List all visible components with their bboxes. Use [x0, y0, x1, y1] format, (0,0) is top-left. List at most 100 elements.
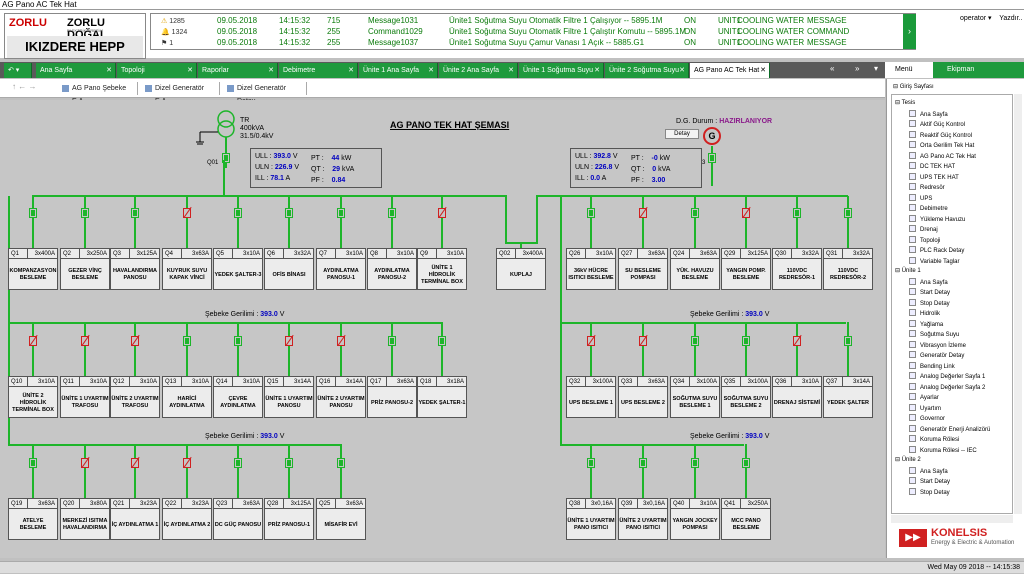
tree-group[interactable]: ⊟ Tesis — [895, 99, 915, 106]
feeder-q29[interactable]: Q29 3x125A YANGIN POMP. BESLEME — [721, 248, 771, 290]
expand-icon[interactable]: ⊟ — [895, 100, 900, 106]
feeder-q36[interactable]: Q36 3x10A DRENAJ SİSTEMİ — [772, 376, 822, 418]
breaker-q36[interactable] — [793, 336, 801, 346]
tree-item[interactable]: Koruma Rölesi -- IEC — [909, 445, 977, 456]
feeder-q13[interactable]: Q13 3x10A HARİCİ AYDINLATMA — [162, 376, 212, 418]
tree-item[interactable]: Topoloji — [909, 235, 940, 246]
tab-equipment[interactable]: Ekipman — [947, 62, 974, 78]
dg-detail-button[interactable]: Detay — [665, 129, 699, 139]
alarm-panel[interactable]: ⚠ 1285 🔔 1324 ⚑ 1 09.05.2018 14:15:32 715 M… — [150, 13, 916, 50]
breaker-q10[interactable] — [29, 336, 37, 346]
tab-4[interactable]: Ünite 1 Ana Sayfa ✕ — [359, 63, 438, 78]
tree-item[interactable]: Start Detay — [909, 477, 950, 487]
tree-item[interactable]: Governor — [909, 414, 945, 424]
tree-item[interactable]: DC TEK HAT — [909, 162, 955, 172]
tab-3[interactable]: Debimetre ✕ — [279, 63, 358, 78]
tree-group[interactable]: ⊟ Ünite 1 — [895, 267, 921, 274]
close-icon[interactable]: ✕ — [760, 63, 766, 78]
tab-1[interactable]: Topoloji ✕ — [117, 63, 197, 78]
tree-scrollbar[interactable] — [1014, 94, 1022, 514]
feeder-q21[interactable]: Q21 3x23A İÇ AYDINLATMA 1 — [110, 498, 160, 540]
user-menu[interactable]: operator ▾ Yazdır.. — [960, 14, 1022, 22]
tree-item[interactable]: Stop Detay — [909, 487, 950, 498]
breaker-q18[interactable] — [438, 336, 446, 346]
feeder-q6[interactable]: Q6 3x32A OFİS BİNASI — [264, 248, 314, 290]
feeder-q32[interactable]: Q32 3x100A UPS BESLEME 1 — [566, 376, 616, 418]
tree-item[interactable]: Ana Sayfa — [909, 277, 948, 288]
tree-item[interactable]: Generatör Detay — [909, 351, 964, 361]
tree-item[interactable]: Yağlama — [909, 319, 943, 330]
tree-item[interactable]: Ana Sayfa — [909, 466, 948, 477]
tree-item[interactable]: Hidrolik — [909, 309, 940, 319]
tab-2[interactable]: Raporlar ✕ — [198, 63, 278, 78]
nav-arrows-icon[interactable]: ↑ ← → — [12, 82, 36, 91]
feeder-q39[interactable]: Q39 3x0,16A ÜNİTE 2 UYARTIM PANO ISITICI — [618, 498, 668, 540]
tree-item[interactable]: Drenaj — [909, 225, 938, 235]
subtab-diesel-ea[interactable]: Dizel Generatör E.A. — [143, 82, 220, 105]
expand-icon[interactable]: ⊟ — [895, 457, 900, 463]
feeder-q02[interactable]: Q02 3x400A KUPLAJ — [496, 248, 546, 290]
breaker-q31[interactable] — [844, 208, 852, 218]
tab-scroll-right-icon[interactable]: » — [855, 64, 859, 73]
tree-root[interactable]: ⊟ Giriş Sayfası — [893, 82, 934, 92]
tree-item[interactable]: Ana Sayfa — [909, 109, 948, 120]
breaker-q30[interactable] — [793, 208, 801, 218]
breaker-q21[interactable] — [131, 458, 139, 468]
close-icon[interactable]: ✕ — [268, 63, 274, 78]
tab-list-icon[interactable]: ▾ — [874, 64, 878, 73]
tree-item[interactable]: Yükleme Havuzu — [909, 214, 965, 225]
tab-7[interactable]: Ünite 2 Soğutma Suyu ✕ — [605, 63, 689, 78]
close-icon[interactable]: ✕ — [508, 63, 514, 78]
tree-item[interactable]: Start Detay — [909, 288, 950, 298]
feeder-q38[interactable]: Q38 3x0,16A ÜNİTE 1 UYARTIM PANO ISITICI — [566, 498, 616, 540]
feeder-q5[interactable]: Q5 3x10A YEDEK ŞALTER-3 — [213, 248, 263, 290]
tree-item[interactable]: UPS TEK HAT — [909, 172, 959, 183]
feeder-q40[interactable]: Q40 3x10A YANGIN JOCKEY POMPASI — [670, 498, 720, 540]
tree-item[interactable]: Debimetre — [909, 204, 948, 214]
close-icon[interactable]: ✕ — [594, 63, 600, 78]
subtab-grid-ea[interactable]: AG Pano Şebeke E.A. — [60, 82, 138, 105]
breaker-q12[interactable] — [131, 336, 139, 346]
breaker-q34[interactable] — [691, 336, 699, 346]
feeder-q31[interactable]: Q31 3x32A 110VDC REDRESÖR-2 — [823, 248, 873, 290]
breaker-q38[interactable] — [587, 458, 595, 468]
feeder-q33[interactable]: Q33 3x63A UPS BESLEME 2 — [618, 376, 668, 418]
breaker-q13[interactable] — [183, 336, 191, 346]
tab-scroll-left-icon[interactable]: « — [830, 64, 834, 73]
feeder-q37[interactable]: Q37 3x14A YEDEK ŞALTER — [823, 376, 873, 418]
feeder-q34[interactable]: Q34 3x100A SOĞUTMA SUYU BESLEME 1 — [670, 376, 720, 418]
close-icon[interactable]: ✕ — [679, 63, 685, 78]
breaker-q16[interactable] — [337, 336, 345, 346]
breaker-q2[interactable] — [81, 208, 89, 218]
feeder-q2[interactable]: Q2 3x250A GEZER VİNÇ BESLEME — [60, 248, 110, 290]
breaker-q9[interactable] — [438, 208, 446, 218]
subtab-diesel-detail[interactable]: Dizel Generatör Detay — [225, 82, 307, 105]
feeder-q25[interactable]: Q25 3x63A MİSAFİR EVİ — [316, 498, 366, 540]
feeder-q28[interactable]: Q28 3x125A PRİZ PANOSU-1 — [264, 498, 314, 540]
feeder-q15[interactable]: Q15 3x14A ÜNİTE 1 UYARTIM PANOSU — [264, 376, 314, 418]
feeder-q22[interactable]: Q22 3x23A İÇ AYDINLATMA 2 — [162, 498, 212, 540]
breaker-q24[interactable] — [691, 208, 699, 218]
breaker-q25[interactable] — [337, 458, 345, 468]
breaker-q27[interactable] — [639, 208, 647, 218]
feeder-q3[interactable]: Q3 3x125A HAVALANDIRMA PANOSU — [110, 248, 160, 290]
feeder-q11[interactable]: Q11 3x10A ÜNİTE 1 UYARTIM TRAFOSU — [60, 376, 110, 418]
feeder-q8[interactable]: Q8 3x10A AYDINLATMA PANOSU-2 — [367, 248, 417, 290]
tab-menu[interactable]: Menü — [885, 62, 933, 78]
breaker-q29[interactable] — [742, 208, 750, 218]
tree-item[interactable]: Variable Taglar — [909, 256, 959, 267]
tree-item[interactable]: AG Pano AC Tek Hat — [909, 151, 976, 162]
breaker-q14[interactable] — [234, 336, 242, 346]
close-icon[interactable]: ✕ — [348, 63, 354, 78]
tree-item[interactable]: Ayarlar — [909, 393, 939, 403]
breaker-q6[interactable] — [285, 208, 293, 218]
close-icon[interactable]: ✕ — [428, 63, 434, 78]
breaker-q40[interactable] — [691, 458, 699, 468]
breaker-q22[interactable] — [183, 458, 191, 468]
breaker-q1[interactable] — [29, 208, 37, 218]
feeder-q12[interactable]: Q12 3x10A ÜNİTE 2 UYARTIM TRAFOSU — [110, 376, 160, 418]
tree-item[interactable]: Generatör Enerji Analizörü — [909, 424, 990, 435]
tree-item[interactable]: Bending Link — [909, 361, 955, 372]
breaker-q20[interactable] — [81, 458, 89, 468]
tree-item[interactable]: Uyartım — [909, 403, 941, 414]
